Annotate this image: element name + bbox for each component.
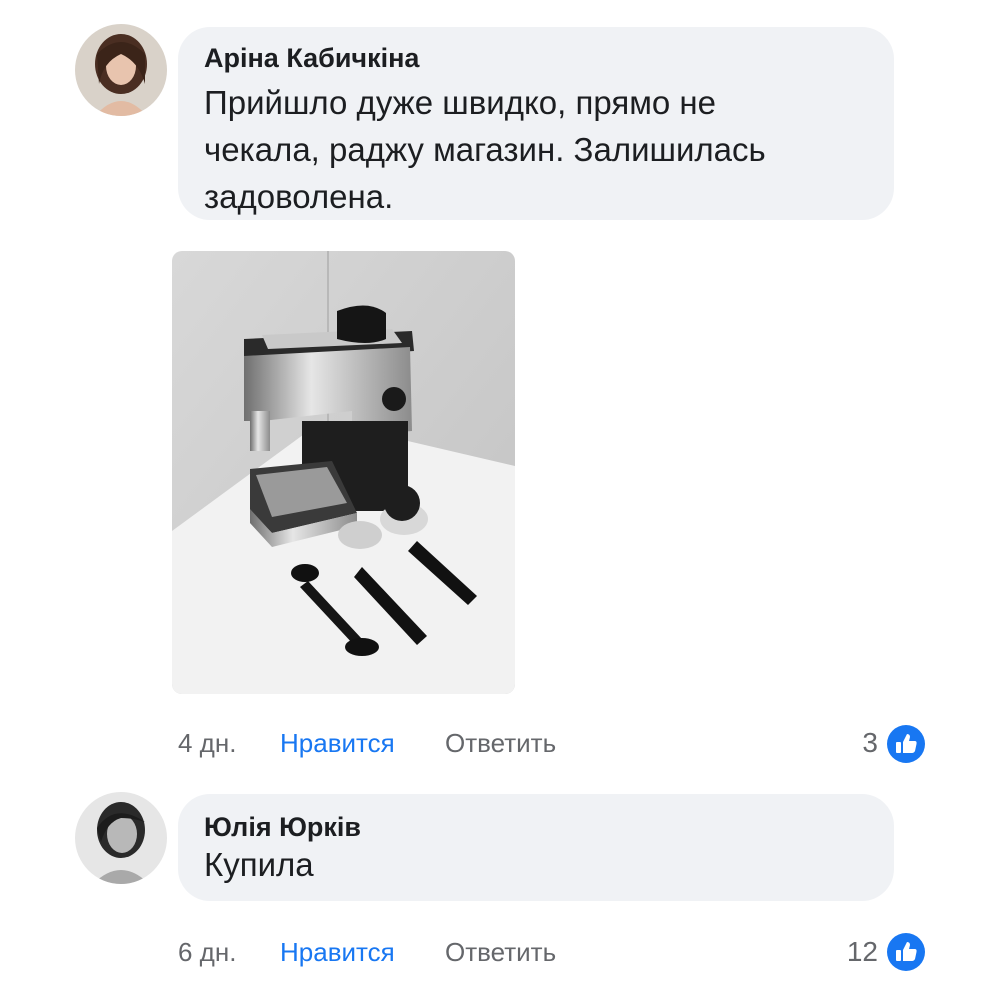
comment-photo[interactable] (172, 251, 515, 694)
comment-time[interactable]: 4 дн. (178, 728, 236, 759)
comment-author[interactable]: Юлія Юрків (204, 812, 361, 843)
comment-text: Купила (204, 841, 314, 888)
comment-text-line: Купила (204, 846, 314, 883)
reply-link[interactable]: Ответить (445, 937, 556, 968)
thumbs-up-icon[interactable] (887, 725, 925, 763)
comment-text-line: задоволена. (204, 178, 394, 215)
comment-text-line: чекала, раджу магазин. Залишилась (204, 131, 766, 168)
like-count[interactable]: 3 (818, 727, 878, 759)
comment-text: Прийшло дуже швидко, прямо не чекала, ра… (204, 79, 766, 220)
like-link[interactable]: Нравится (280, 728, 395, 759)
reply-link[interactable]: Ответить (445, 728, 556, 759)
like-count[interactable]: 12 (818, 936, 878, 968)
avatar-arina[interactable] (75, 24, 167, 116)
comment-author[interactable]: Аріна Кабичкіна (204, 43, 419, 74)
like-link[interactable]: Нравится (280, 937, 395, 968)
comment-text-line: Прийшло дуже швидко, прямо не (204, 84, 716, 121)
comment-time[interactable]: 6 дн. (178, 937, 236, 968)
avatar-yulia[interactable] (75, 792, 167, 884)
thumbs-up-icon[interactable] (887, 933, 925, 971)
